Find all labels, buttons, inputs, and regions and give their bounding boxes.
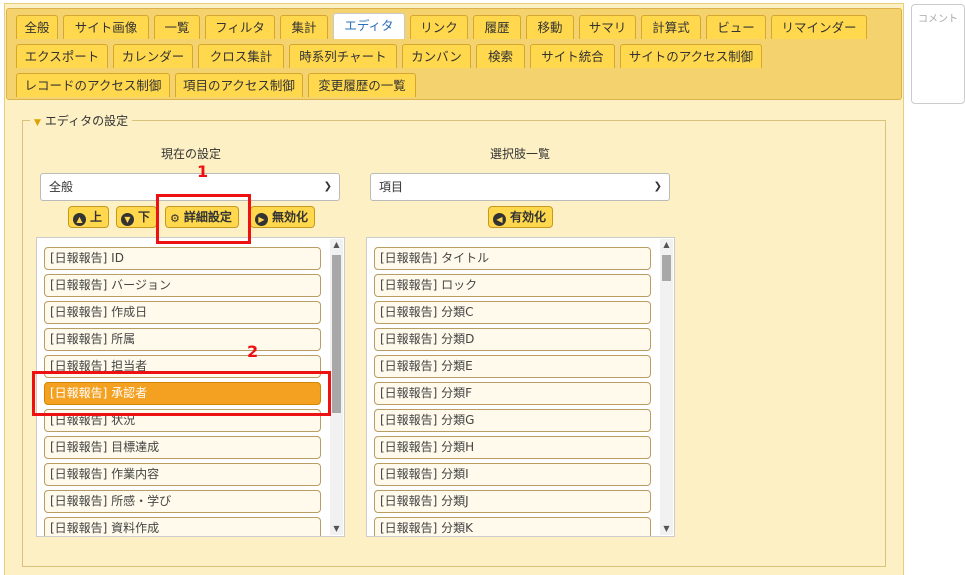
- disable-button[interactable]: ▶ 無効化: [250, 206, 316, 228]
- editor-settings-legend[interactable]: ▼ エディタの設定: [30, 112, 133, 129]
- chevron-down-icon: ❯: [653, 181, 662, 192]
- disable-label: 無効化: [272, 210, 309, 224]
- editor-settings-legend-label: エディタの設定: [44, 114, 129, 128]
- annotation-number-1: 1: [197, 162, 209, 181]
- arrow-up-icon: ▲: [73, 213, 86, 226]
- tab-general[interactable]: 全般: [16, 15, 58, 39]
- list-item[interactable]: [日報報告] 分類G: [374, 409, 651, 432]
- move-down-button[interactable]: ▼ 下: [116, 206, 158, 228]
- tab-filter[interactable]: フィルタ: [205, 15, 275, 39]
- list-item[interactable]: [日報報告] 分類D: [374, 328, 651, 351]
- tab-kanban[interactable]: カンバン: [402, 44, 471, 68]
- tab-formula[interactable]: 計算式: [641, 15, 701, 39]
- list-item[interactable]: [日報報告] 分類E: [374, 355, 651, 378]
- choices-list-scrollbar[interactable]: ▲ ▼: [660, 239, 673, 535]
- scroll-up-icon[interactable]: ▲: [660, 239, 673, 251]
- list-item[interactable]: [日報報告] 作業内容: [44, 463, 321, 486]
- list-item[interactable]: [日報報告] 分類H: [374, 436, 651, 459]
- tab-search[interactable]: 検索: [476, 44, 525, 68]
- list-item[interactable]: [日報報告] 分類I: [374, 463, 651, 486]
- annotation-number-2: 2: [247, 342, 259, 361]
- current-settings-heading: 現在の設定: [161, 147, 222, 161]
- tab-editor[interactable]: エディタ: [333, 13, 405, 39]
- tab-site-integration[interactable]: サイト統合: [530, 44, 615, 68]
- tab-timeseries-chart[interactable]: 時系列チャート: [289, 44, 397, 68]
- list-item[interactable]: [日報報告] 所感・学び: [44, 490, 321, 513]
- list-item[interactable]: [日報報告] バージョン: [44, 274, 321, 297]
- scroll-down-icon[interactable]: ▼: [660, 523, 673, 535]
- scroll-thumb[interactable]: [662, 255, 671, 281]
- list-item[interactable]: [日報報告] 目標達成: [44, 436, 321, 459]
- list-item[interactable]: [日報報告] 分類F: [374, 382, 651, 405]
- arrow-right-icon: ▶: [255, 213, 268, 226]
- choices-list[interactable]: [日報報告] タイトル [日報報告] ロック [日報報告] 分類C [日報報告]…: [366, 237, 675, 537]
- tab-link[interactable]: リンク: [410, 15, 468, 39]
- tab-export[interactable]: エクスポート: [16, 44, 108, 68]
- list-item[interactable]: [日報報告] タイトル: [374, 247, 651, 270]
- arrow-down-icon: ▼: [121, 213, 134, 226]
- list-item[interactable]: [日報報告] 分類K: [374, 517, 651, 536]
- tab-site-image[interactable]: サイト画像: [63, 15, 149, 39]
- annotation-box-1: [156, 194, 251, 244]
- scroll-up-icon[interactable]: ▲: [330, 239, 343, 251]
- list-item[interactable]: [日報報告] 作成日: [44, 301, 321, 324]
- tab-column-access-control[interactable]: 項目のアクセス制御: [175, 73, 303, 97]
- list-item[interactable]: [日報報告] 所属: [44, 328, 321, 351]
- tab-site-access-control[interactable]: サイトのアクセス制御: [620, 44, 762, 68]
- annotation-box-2: [32, 371, 331, 416]
- scroll-down-icon[interactable]: ▼: [330, 523, 343, 535]
- collapse-triangle-icon: ▼: [34, 118, 41, 128]
- list-item[interactable]: [日報報告] 分類C: [374, 301, 651, 324]
- arrow-left-icon: ◀: [493, 213, 506, 226]
- tab-change-history-list[interactable]: 変更履歴の一覧: [308, 73, 416, 97]
- move-down-label: 下: [138, 210, 151, 224]
- tab-move[interactable]: 移動: [526, 15, 574, 39]
- tab-aggregate[interactable]: 集計: [280, 15, 328, 39]
- list-item[interactable]: [日報報告] 資料作成: [44, 517, 321, 536]
- tab-list[interactable]: 一覧: [154, 15, 200, 39]
- scroll-thumb[interactable]: [332, 255, 341, 413]
- tab-reminder[interactable]: リマインダー: [771, 15, 867, 39]
- tab-record-access-control[interactable]: レコードのアクセス制御: [16, 73, 170, 97]
- enable-label: 有効化: [510, 210, 547, 224]
- chevron-down-icon: ❯: [323, 181, 332, 192]
- choices-select[interactable]: 項目 ❯: [370, 173, 670, 201]
- tab-calendar[interactable]: カレンダー: [113, 44, 193, 68]
- move-up-button[interactable]: ▲ 上: [68, 206, 110, 228]
- choices-select-value: 項目: [379, 180, 404, 194]
- tab-history[interactable]: 履歴: [473, 15, 521, 39]
- current-list-scrollbar[interactable]: ▲ ▼: [330, 239, 343, 535]
- list-item[interactable]: [日報報告] ID: [44, 247, 321, 270]
- tab-cross-tab[interactable]: クロス集計: [198, 44, 284, 68]
- tab-view[interactable]: ビュー: [706, 15, 766, 39]
- move-up-label: 上: [90, 210, 103, 224]
- current-settings-select-value: 全般: [49, 180, 74, 194]
- comment-field[interactable]: コメント: [911, 4, 965, 104]
- choices-heading: 選択肢一覧: [490, 147, 551, 161]
- list-item[interactable]: [日報報告] ロック: [374, 274, 651, 297]
- enable-button[interactable]: ◀ 有効化: [488, 206, 554, 228]
- list-item[interactable]: [日報報告] 分類J: [374, 490, 651, 513]
- tab-summary[interactable]: サマリ: [579, 15, 636, 39]
- tab-bar: 全般 サイト画像 一覧 フィルタ 集計 エディタ リンク 履歴 移動 サマリ 計…: [6, 8, 902, 100]
